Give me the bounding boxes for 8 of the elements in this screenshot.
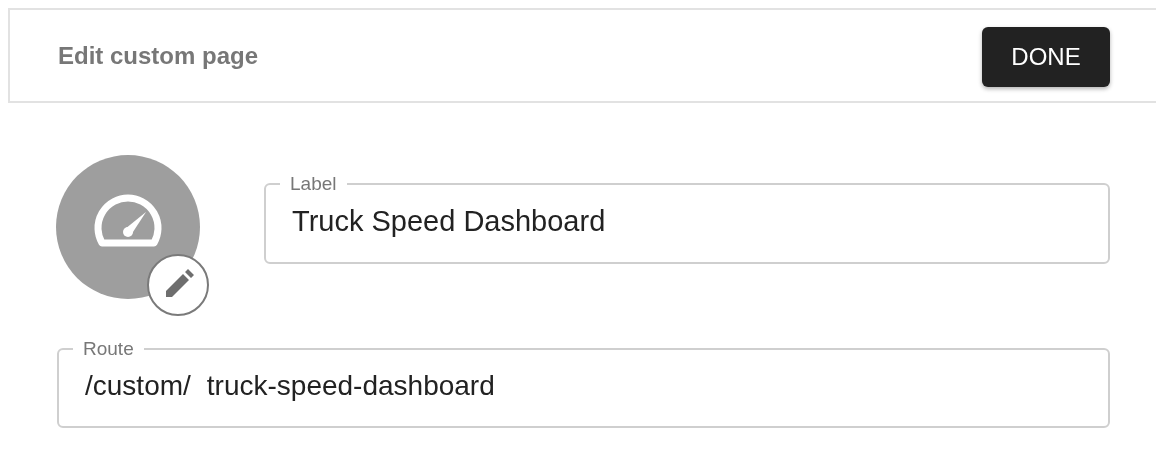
route-prefix: /custom/ [85,370,191,402]
field-label: Label [289,173,338,195]
label-input[interactable]: Truck Speed Dashboard [292,205,1082,238]
field-label: Route [82,338,135,360]
route-input[interactable]: truck-speed-dashboard [206,370,1082,402]
done-button[interactable]: DONE [982,26,1110,87]
page-title: Edit custom page [58,41,259,70]
edit-icon[interactable] [146,253,210,317]
